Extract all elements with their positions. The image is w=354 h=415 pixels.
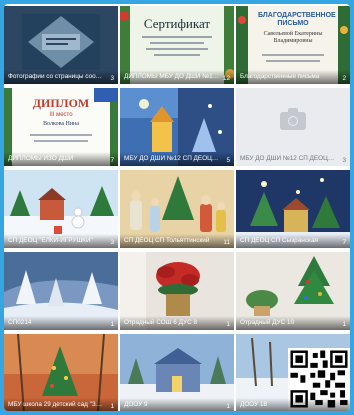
album-count: 1 [226, 403, 230, 410]
album-count: 1 [110, 321, 114, 328]
album-title: ДИПЛОМЫ МБУ ДО ДШИ №12 СП ДО... [120, 70, 234, 84]
album-grid: Фотографии со страницы сообщ... 3 Сертиф… [4, 6, 350, 411]
album-tile[interactable]: МБУ ДО ДШИ №12 СП ДЕОЦ ГИМНА... 5 [120, 88, 234, 166]
album-title: ДИПЛОМЫ ИЗО ДШИ [4, 152, 118, 166]
album-count: 3 [342, 157, 346, 164]
certificate-title: Сертификат [143, 16, 211, 31]
letter-name: Савельевой Екатерины Владимировны [263, 31, 323, 44]
album-tile[interactable]: Фотографии со страницы сообщ... 3 [4, 6, 118, 84]
diploma-title: ДИПЛОМ [32, 96, 90, 110]
diploma-place: III место [49, 112, 73, 118]
album-count: 11 [223, 239, 230, 246]
album-tile[interactable]: Отрадный ДУС 10 1 [236, 252, 350, 330]
album-count: 3 [110, 239, 114, 246]
album-title: Благодарственные письма [236, 70, 350, 84]
album-tile[interactable]: МБУ школа 29 детский сад "Зол... 1 [4, 334, 118, 411]
album-tile[interactable]: МБУ ДО ДШИ №12 СП ДЕОЦ "Вене... 3 [236, 88, 350, 166]
album-title: МБУ ДО ДШИ №12 СП ДЕОЦ "Вене... [240, 155, 350, 162]
camera-icon [280, 107, 306, 130]
album-tile[interactable]: СП0214 1 [4, 252, 118, 330]
albums-panel: Фотографии со страницы сообщ... 3 Сертиф… [4, 4, 350, 411]
album-title: Фотографии со страницы сообщ... [4, 70, 118, 84]
album-tile[interactable]: СП ДЕОЦ СП Тольяттинский 11 [120, 170, 234, 248]
album-title: СП ДЕОЦ СП Тольяттинский [120, 234, 234, 248]
album-count: 12 [222, 75, 230, 82]
album-count: 1 [342, 321, 346, 328]
album-tile[interactable]: Отрадный СОШ 6 ДУС 8 1 [120, 252, 234, 330]
album-title: ДООУ 18 [236, 398, 350, 411]
album-title: СП0214 [4, 316, 118, 330]
album-tile[interactable]: СП ДЕОЦ "ЕЛКИ-ИГРУШКИ" 3 [4, 170, 118, 248]
album-count: 7 [342, 239, 346, 246]
album-title: СП ДЕОЦ СП Сызранская [236, 234, 350, 248]
album-title: МБУ ДО ДШИ №12 СП ДЕОЦ ГИМНА... [120, 152, 234, 166]
album-tile[interactable]: ДООУ 18 [236, 334, 350, 411]
album-tile[interactable]: ДИПЛОМ III место Волкова Нина ДИПЛОМЫ ИЗ… [4, 88, 118, 166]
album-title: СП ДЕОЦ "ЕЛКИ-ИГРУШКИ" [4, 234, 118, 248]
album-tile[interactable]: БЛАГОДАРСТВЕННОЕ ПИСЬМО Савельевой Екате… [236, 6, 350, 84]
diploma-name: Волкова Нина [43, 121, 79, 127]
album-title: Отрадный СОШ 6 ДУС 8 [120, 316, 234, 330]
album-count: 2 [342, 75, 346, 82]
album-tile[interactable]: СП ДЕОЦ СП Сызранская 7 [236, 170, 350, 248]
album-count: 1 [226, 321, 230, 328]
album-count: 1 [110, 403, 114, 410]
album-count: 3 [110, 75, 114, 82]
album-tile[interactable]: Сертификат ДИПЛОМЫ МБУ ДО ДШИ №12 СП ДО.… [120, 6, 234, 84]
album-title: Отрадный ДУС 10 [236, 316, 350, 330]
album-tile[interactable]: ДООУ 9 1 [120, 334, 234, 411]
letter-title: БЛАГОДАРСТВЕННОЕ ПИСЬМО [258, 12, 336, 27]
album-title: ДООУ 9 [120, 398, 234, 411]
album-count: 7 [110, 157, 114, 164]
album-count: 5 [226, 157, 230, 164]
album-title: МБУ школа 29 детский сад "Зол... [4, 398, 118, 411]
